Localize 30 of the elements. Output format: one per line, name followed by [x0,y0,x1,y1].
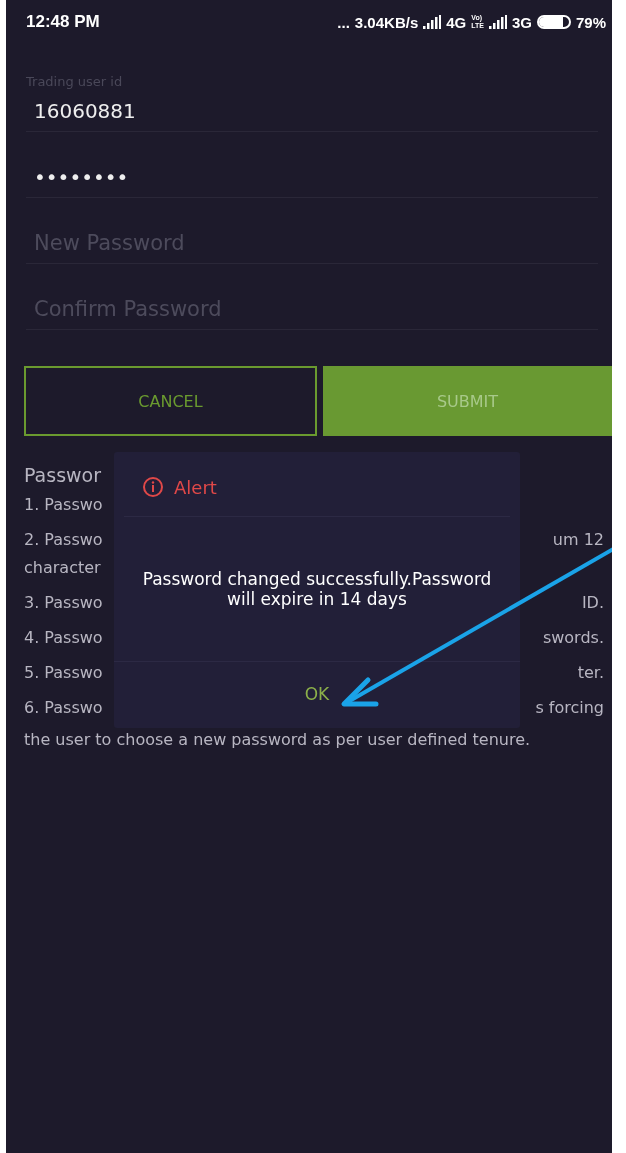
rule-text: 3. Passwo [24,592,103,614]
rule-text: ter. [577,662,604,684]
rule-text: 2. Passwo [24,529,103,551]
rule-text: the user to choose a new password as per user defined tenure. [24,729,531,751]
rule-text: 4. Passwo [24,627,103,649]
dialog-message: Password changed successfully.Password will expire in 14 days [141,569,493,609]
battery-icon [536,15,571,29]
ok-button[interactable]: OK [292,680,342,708]
rule-text: character [24,557,101,579]
signal-icon [488,15,507,29]
rule-text: um 12 [552,529,604,551]
rule-text: swords. [542,627,604,649]
rule-text: 1. Passwo [24,494,103,516]
rule-text: ID. [581,592,604,614]
rules-heading: Passwor [24,464,103,486]
network-speed: 3.04KB/s [354,13,419,31]
info-icon [142,476,164,498]
more-dots: ... [337,13,350,31]
signal-icon [423,15,442,29]
rule-text: 6. Passwo [24,697,103,719]
input-field[interactable]: •••••••• [26,165,606,189]
clock: 12:48 PM [26,12,100,32]
battery-percent: 79% [575,13,606,31]
network-type: 4G [446,13,467,31]
input-field[interactable]: 16060881 [26,99,606,123]
network-type: 3G [511,13,532,31]
rule-text: 5. Passwo [24,662,103,684]
cancel-button[interactable]: CANCEL [24,366,317,436]
rule-text: s forcing [535,697,604,719]
dialog-title: Alert [174,476,217,498]
